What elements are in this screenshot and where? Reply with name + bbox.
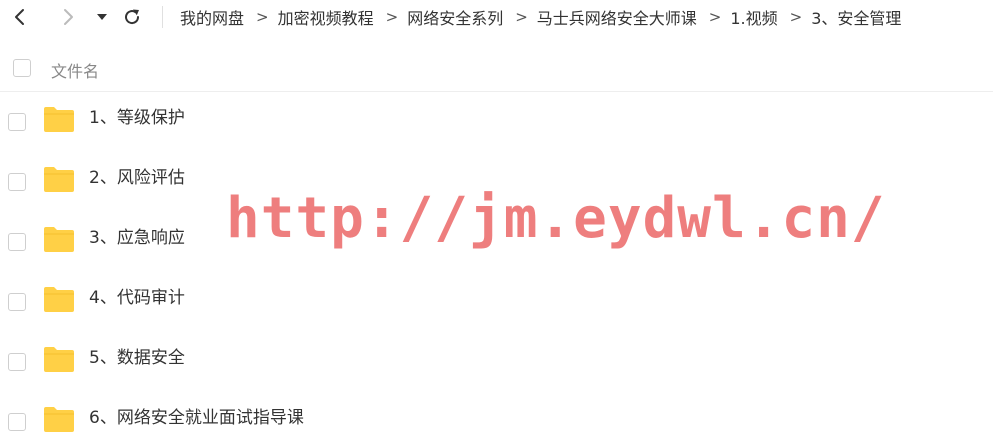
breadcrumb-separator: > <box>708 8 722 26</box>
refresh-button[interactable] <box>120 4 144 30</box>
row-checkbox[interactable] <box>8 113 26 131</box>
select-all-checkbox[interactable] <box>13 59 31 77</box>
breadcrumb: 我的网盘 > 加密视频教程 > 网络安全系列 > 马士兵网络安全大师课 > 1.… <box>180 0 901 34</box>
toolbar-divider <box>162 6 163 28</box>
forward-button[interactable] <box>56 4 80 30</box>
folder-icon <box>44 227 74 252</box>
list-item[interactable]: 5、数据安全 <box>0 333 993 393</box>
item-name[interactable]: 1、等级保护 <box>89 103 185 128</box>
row-checkbox[interactable] <box>8 413 26 431</box>
list-item[interactable]: 3、应急响应 <box>0 213 993 273</box>
chevron-right-icon <box>64 9 73 25</box>
folder-icon <box>44 407 74 432</box>
breadcrumb-item[interactable]: 加密视频教程 <box>278 5 374 29</box>
item-name[interactable]: 2、风险评估 <box>89 163 185 188</box>
item-name[interactable]: 5、数据安全 <box>89 343 185 368</box>
folder-icon <box>44 287 74 312</box>
breadcrumb-item[interactable]: 1.视频 <box>730 5 777 29</box>
toolbar: 我的网盘 > 加密视频教程 > 网络安全系列 > 马士兵网络安全大师课 > 1.… <box>0 0 993 34</box>
refresh-icon <box>125 9 140 25</box>
column-header-filename[interactable]: 文件名 <box>51 58 99 82</box>
breadcrumb-separator: > <box>515 8 528 26</box>
list-item[interactable]: 4、代码审计 <box>0 273 993 333</box>
row-checkbox[interactable] <box>8 173 26 191</box>
item-name[interactable]: 6、网络安全就业面试指导课 <box>89 403 304 428</box>
breadcrumb-current[interactable]: 3、安全管理 <box>811 5 901 29</box>
breadcrumb-separator: > <box>789 8 803 26</box>
history-dropdown-button[interactable] <box>93 4 111 30</box>
breadcrumb-separator: > <box>385 8 399 26</box>
row-checkbox[interactable] <box>8 293 26 311</box>
chevron-left-icon <box>15 9 24 25</box>
breadcrumb-item[interactable]: 我的网盘 <box>180 5 244 29</box>
row-checkbox[interactable] <box>8 233 26 251</box>
item-name[interactable]: 4、代码审计 <box>89 283 185 308</box>
back-button[interactable] <box>8 4 32 30</box>
item-name[interactable]: 3、应急响应 <box>89 223 185 248</box>
breadcrumb-separator: > <box>256 8 269 26</box>
folder-icon <box>44 107 74 132</box>
folder-icon <box>44 167 74 192</box>
breadcrumb-item[interactable]: 网络安全系列 <box>407 5 503 29</box>
list-item[interactable]: 6、网络安全就业面试指导课 <box>0 393 993 443</box>
breadcrumb-item[interactable]: 马士兵网络安全大师课 <box>537 5 697 29</box>
list-item[interactable]: 2、风险评估 <box>0 153 993 213</box>
row-checkbox[interactable] <box>8 353 26 371</box>
caret-down-icon <box>97 14 107 20</box>
file-list-header: 文件名 <box>0 46 993 92</box>
folder-icon <box>44 347 74 372</box>
list-item[interactable]: 1、等级保护 <box>0 93 993 153</box>
